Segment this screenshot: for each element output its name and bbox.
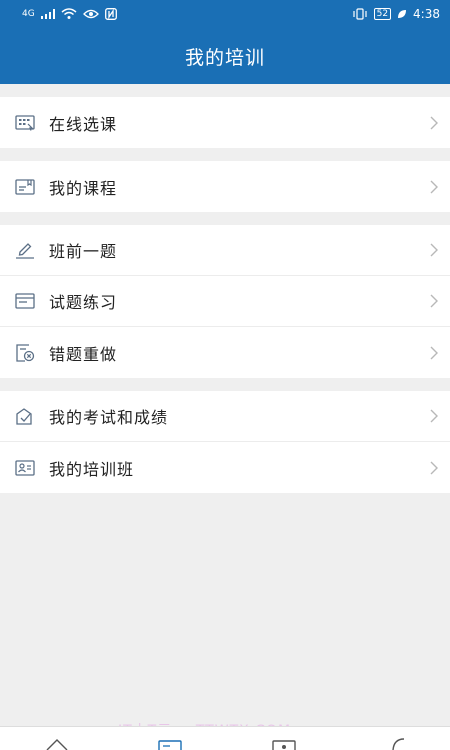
chevron-right-icon	[430, 294, 438, 308]
leaf-icon	[398, 10, 407, 18]
menu-item-my-training-class[interactable]: 我的培训班	[0, 442, 450, 493]
menu-item-redo-wrong-questions[interactable]: 错题重做	[0, 327, 450, 378]
menu-item-online-course-select[interactable]: 在线选课	[0, 97, 450, 148]
message-tab-icon[interactable]	[272, 740, 296, 750]
menu-item-my-exams-and-scores[interactable]: 我的考试和成绩	[0, 391, 450, 442]
battery-level: 52	[373, 8, 392, 20]
chevron-right-icon	[430, 243, 438, 257]
menu-item-label: 我的培训班	[49, 459, 135, 479]
status-left: 4G	[22, 8, 117, 20]
chevron-right-icon	[430, 180, 438, 193]
menu-group-exams: 我的考试和成绩 我的培训班	[0, 391, 450, 493]
chevron-right-icon	[430, 346, 438, 359]
menu-item-label: 我的课程	[49, 178, 118, 198]
network-type: 4G	[22, 8, 35, 19]
my-course-icon	[14, 176, 36, 198]
menu-group-my-course: 我的课程	[0, 161, 450, 212]
exam-icon	[14, 405, 36, 427]
app-bar: 我的培训	[0, 28, 450, 84]
menu-item-question-practice[interactable]: 试题练习	[0, 276, 450, 327]
bottom-tab-bar	[0, 726, 450, 750]
home-tab-icon[interactable]	[46, 738, 68, 750]
status-bar: 4G 52 4:38	[0, 0, 450, 28]
chevron-right-icon	[430, 461, 438, 474]
course-select-icon	[14, 112, 36, 134]
chevron-right-icon	[430, 116, 438, 129]
redo-icon	[14, 342, 36, 364]
pencil-icon	[14, 239, 36, 261]
menu-group-practice: 班前一题 试题练习 错题重做	[0, 225, 450, 378]
chevron-right-icon	[430, 409, 438, 423]
menu-item-label: 我的考试和成绩	[49, 408, 169, 427]
menu-item-pre-class-question[interactable]: 班前一题	[0, 225, 450, 276]
eye-icon	[82, 9, 99, 19]
vibrate-icon	[352, 8, 367, 20]
menu-item-my-course[interactable]: 我的课程	[0, 161, 450, 212]
wifi-icon	[61, 8, 77, 19]
class-icon	[14, 457, 36, 479]
menu-item-label: 班前一题	[49, 242, 118, 261]
clock: 4:38	[413, 7, 440, 21]
status-right: 52 4:38	[352, 7, 440, 21]
signal-icon	[40, 9, 55, 19]
training-tab-icon[interactable]	[158, 740, 182, 750]
menu-group-course-select: 在线选课	[0, 97, 450, 148]
menu-item-label: 错题重做	[49, 344, 118, 364]
practice-icon	[14, 290, 36, 312]
page-title: 我的培训	[184, 46, 265, 69]
menu-item-label: 在线选课	[49, 114, 118, 134]
profile-tab-icon[interactable]	[390, 738, 406, 750]
menu-item-label: 试题练习	[49, 293, 118, 312]
nfc-icon	[104, 8, 117, 20]
